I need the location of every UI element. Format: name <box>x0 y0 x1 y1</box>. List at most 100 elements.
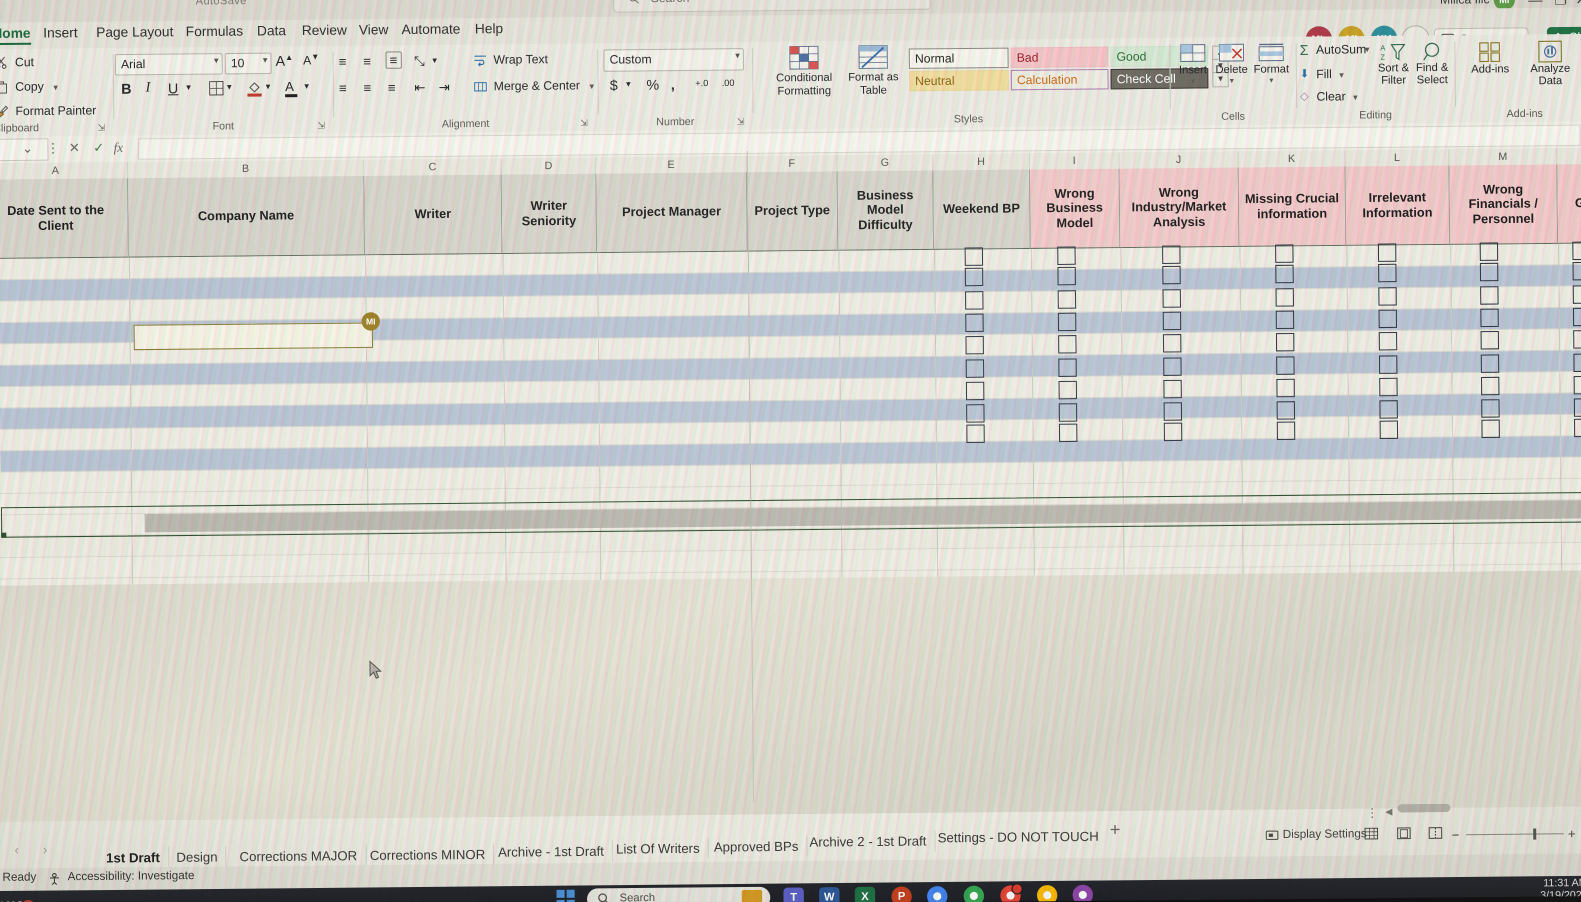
underline-button[interactable]: U <box>168 80 178 96</box>
zoom-control[interactable]: − + 100% <box>1452 826 1581 842</box>
scroll-more-icon[interactable]: ⋮ <box>1366 806 1378 820</box>
taskbar-app-excel[interactable]: X <box>854 886 876 902</box>
taskbar-app-word[interactable]: W <box>819 887 840 902</box>
sheet-tab-corrections-major[interactable]: Corrections MAJOR <box>231 844 367 868</box>
font-size-combo[interactable]: 10 ▾ <box>224 52 272 75</box>
taskbar-search-box[interactable]: Search <box>586 886 771 902</box>
font-color-button[interactable]: A <box>285 79 298 98</box>
minimize-button[interactable]: — <box>1528 0 1542 8</box>
checkbox-cell[interactable] <box>1057 246 1076 265</box>
checkbox-cell[interactable] <box>1057 312 1077 332</box>
scroll-left-arrow[interactable]: ◀ <box>1385 806 1392 817</box>
column-header-c[interactable]: C <box>364 158 502 176</box>
checkbox-cell[interactable] <box>1572 285 1581 304</box>
tab-help[interactable]: Help <box>475 21 503 37</box>
checkbox-cell[interactable] <box>1163 357 1182 376</box>
cell-style-calculation[interactable]: Calculation <box>1010 69 1109 91</box>
add-ins-button[interactable]: Add-ins <box>1462 41 1517 76</box>
account-name[interactable]: Milica Ilić <box>1440 0 1490 7</box>
checkbox-cell[interactable] <box>1480 286 1499 305</box>
column-header-l[interactable]: L <box>1345 149 1450 167</box>
checkbox-cell[interactable] <box>1479 262 1499 282</box>
display-settings-button[interactable]: Display Settings <box>1265 828 1367 841</box>
sheet-tab-design[interactable]: Design <box>168 846 227 869</box>
checkbox-cell[interactable] <box>965 335 984 355</box>
clear-button[interactable]: ◇ Clear ▾ <box>1300 89 1358 104</box>
checkbox-cell[interactable] <box>1276 378 1295 398</box>
bold-button[interactable]: B <box>121 80 131 96</box>
cell-style-bad[interactable]: Bad <box>1010 46 1109 68</box>
checkbox-cell[interactable] <box>964 247 984 266</box>
checkbox-cell[interactable] <box>1572 261 1581 281</box>
taskbar-app-chrome-profile-4[interactable] <box>1072 884 1094 902</box>
zoom-slider-track[interactable] <box>1466 833 1564 836</box>
chevron-down-icon[interactable]: ▾ <box>214 55 219 66</box>
cut-button[interactable]: Cut <box>0 55 34 70</box>
checkbox-cell[interactable] <box>1162 311 1182 331</box>
table-header-weekend-bp[interactable]: Weekend BP <box>933 169 1031 250</box>
chevron-down-icon[interactable]: ▾ <box>266 81 271 92</box>
cancel-edit-button[interactable]: ✕ <box>69 140 80 156</box>
cell-style-neutral[interactable]: Neutral <box>908 69 1009 92</box>
taskbar-app-chrome-profile-1[interactable] <box>963 885 985 902</box>
alignment-dialog-launcher[interactable]: ⇲ <box>580 118 588 129</box>
number-format-combo[interactable]: Custom ▾ <box>603 48 745 72</box>
increase-decimal-button[interactable]: +.0 <box>695 78 708 88</box>
percent-style-button[interactable]: % <box>646 76 659 92</box>
row-header-31[interactable]: 31 <box>0 558 2 580</box>
chevron-down-icon[interactable]: ▾ <box>1251 75 1292 85</box>
checkbox-cell[interactable] <box>1275 332 1295 352</box>
checkbox-cell[interactable] <box>1275 264 1294 284</box>
checkbox-cell[interactable] <box>1480 308 1499 328</box>
decrease-font-size-button[interactable]: A▼ <box>303 52 319 67</box>
checkbox-cell[interactable] <box>1573 330 1581 349</box>
taskbar-app-powerpoint[interactable]: P <box>891 886 912 902</box>
align-top-button[interactable]: ≡ <box>339 54 347 69</box>
chevron-down-icon[interactable]: ▾ <box>53 82 58 92</box>
align-middle-button[interactable]: ≡ <box>363 54 371 69</box>
orientation-button[interactable]: ⤡ <box>414 53 425 69</box>
table-header-missing-crucial[interactable]: Missing Crucial information <box>1238 166 1347 247</box>
checkbox-cell[interactable] <box>1573 353 1581 373</box>
column-header-e[interactable]: E <box>596 155 748 174</box>
checkbox-cell[interactable] <box>1058 380 1078 400</box>
checkbox-cell[interactable] <box>1163 422 1183 442</box>
checkbox-cell[interactable] <box>1480 376 1500 396</box>
table-header-wrong-business-model[interactable]: Wrong Business Model <box>1030 168 1121 249</box>
checkbox-cell[interactable] <box>1058 335 1077 354</box>
sheet-tab-list-of-writers[interactable]: List Of Writers <box>607 837 709 860</box>
increase-indent-button[interactable]: ⇥ <box>439 79 450 95</box>
checkbox-cell[interactable] <box>965 313 984 333</box>
checkbox-cell[interactable] <box>1480 354 1500 373</box>
column-header-d[interactable]: D <box>501 157 597 175</box>
zoom-out-button[interactable]: − <box>1452 827 1460 842</box>
merge-center-button[interactable]: Merge & Center ▾ <box>473 78 594 93</box>
tab-formulas[interactable]: Formulas <box>186 23 243 39</box>
chevron-down-icon[interactable]: ▾ <box>1365 44 1370 55</box>
insert-cells-button[interactable]: Insert ▾ <box>1173 44 1212 86</box>
checkbox-cell[interactable] <box>1162 245 1181 264</box>
checkbox-cell[interactable] <box>1481 399 1500 418</box>
checkbox-cell[interactable] <box>1276 356 1295 375</box>
sheet-tab-archive-2[interactable]: Archive 2 - 1st Draft <box>801 830 936 853</box>
autosum-button[interactable]: Σ AutoSum <box>1300 42 1367 58</box>
normal-view-button[interactable] <box>1364 827 1379 843</box>
taskbar-app-chrome[interactable] <box>926 886 948 902</box>
column-header-m[interactable]: M <box>1449 148 1558 166</box>
row-header-30[interactable]: 30 <box>0 536 2 559</box>
decrease-decimal-button[interactable]: .00 <box>722 78 735 88</box>
checkbox-cell[interactable] <box>1573 375 1581 395</box>
next-sheet-button[interactable]: › <box>43 842 48 857</box>
clipboard-dialog-launcher[interactable]: ⇲ <box>97 122 105 133</box>
checkbox-cell[interactable] <box>965 359 985 378</box>
comma-style-button[interactable]: , <box>671 76 675 92</box>
italic-button[interactable]: I <box>145 80 150 96</box>
start-button[interactable] <box>556 889 575 902</box>
borders-button[interactable] <box>209 81 224 102</box>
checkbox-cell[interactable] <box>1276 421 1296 441</box>
font-name-combo[interactable]: Arial ▾ <box>114 53 223 76</box>
fill-handle[interactable] <box>1 532 7 538</box>
format-painter-button[interactable]: Format Painter <box>0 103 96 118</box>
align-center-button[interactable]: ≡ <box>363 80 371 95</box>
checkbox-cell[interactable] <box>965 381 985 401</box>
